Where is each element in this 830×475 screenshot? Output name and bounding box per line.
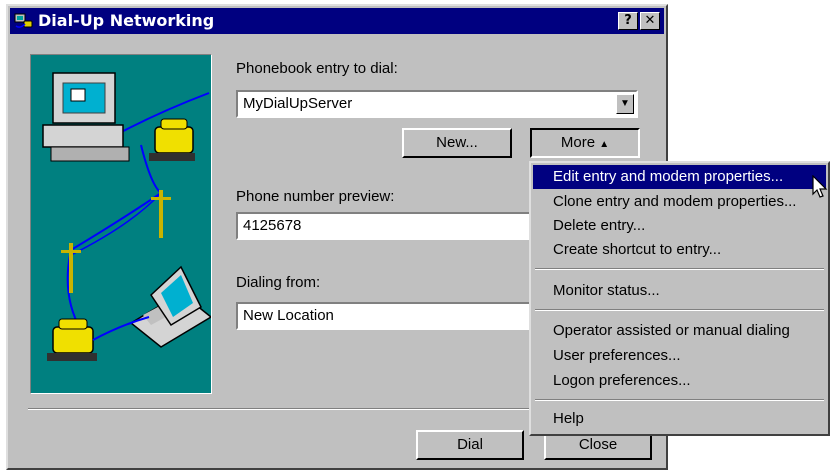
menu-item-edit-entry[interactable]: Edit entry and modem properties... (533, 165, 826, 189)
phonebook-dropdown[interactable]: MyDialUpServer ▼ (236, 90, 638, 118)
more-button[interactable]: More ▲ (530, 128, 640, 158)
more-button-label: More (560, 134, 596, 151)
dialing-from-label: Dialing from: (236, 274, 321, 291)
close-button-label: Close (578, 436, 618, 453)
close-title-button[interactable]: ✕ (640, 12, 660, 30)
menu-item-clone-entry[interactable]: Clone entry and modem properties... (533, 190, 826, 214)
menu-item-logon-preferences[interactable]: Logon preferences... (533, 369, 826, 393)
phonebook-value: MyDialUpServer (243, 95, 353, 112)
menu-item-operator-assisted[interactable]: Operator assisted or manual dialing (533, 319, 826, 343)
menu-separator (535, 268, 824, 270)
mouse-cursor-icon (812, 174, 828, 203)
dialup-app-icon (14, 12, 34, 34)
menu-item-delete-entry[interactable]: Delete entry... (533, 214, 826, 238)
dialing-from-value: New Location (243, 307, 334, 324)
help-title-button[interactable]: ? (618, 12, 638, 30)
menu-item-create-shortcut[interactable]: Create shortcut to entry... (533, 238, 826, 262)
preview-label: Phone number preview: (236, 188, 395, 205)
computer-phone-illustration-icon (42, 72, 213, 361)
menu-item-help[interactable]: Help (533, 407, 826, 431)
menu-separator (535, 399, 824, 401)
new-button[interactable]: New... (402, 128, 512, 158)
window-title: Dial-Up Networking (38, 11, 215, 30)
phonebook-label: Phonebook entry to dial: (236, 60, 398, 77)
menu-item-monitor-status[interactable]: Monitor status... (533, 279, 826, 303)
menu-separator (535, 309, 824, 311)
title-bar[interactable]: Dial-Up Networking ? ✕ (10, 8, 664, 34)
menu-item-user-preferences[interactable]: User preferences... (533, 344, 826, 368)
more-dropdown-menu: Edit entry and modem properties... Clone… (529, 161, 830, 436)
triangle-up-icon: ▲ (599, 139, 610, 150)
dialup-illustration (30, 54, 213, 394)
dial-button[interactable]: Dial (416, 430, 524, 460)
chevron-down-icon[interactable]: ▼ (616, 94, 634, 114)
dial-button-label: Dial (457, 436, 483, 453)
preview-value: 4125678 (243, 217, 302, 234)
new-button-label: New... (436, 134, 478, 151)
